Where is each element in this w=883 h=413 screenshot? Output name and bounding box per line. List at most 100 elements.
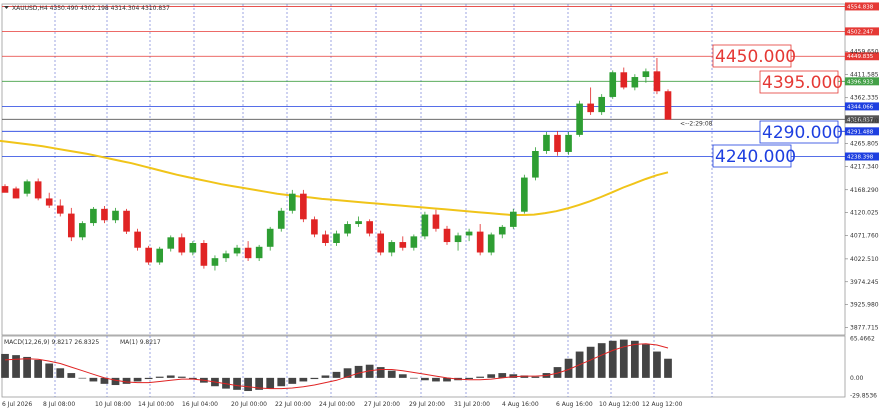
time-axis-label: 14 Jul 00:00 xyxy=(138,401,174,408)
candle-body xyxy=(211,258,219,266)
candle-body xyxy=(653,71,661,92)
macd-histogram-bar xyxy=(78,377,87,379)
candle-body xyxy=(664,91,672,120)
candle-body xyxy=(222,253,230,259)
candle-body xyxy=(532,151,539,178)
candle-body xyxy=(101,208,108,221)
price-axis-label: 4022.510 xyxy=(850,256,879,263)
macd-histogram-bar xyxy=(421,377,429,381)
time-axis-label: 29 Jul 20:00 xyxy=(409,401,445,408)
macd-histogram-bar xyxy=(23,356,31,378)
macd-histogram-bar xyxy=(12,355,20,378)
macd-histogram-bar xyxy=(111,377,120,386)
candle-body xyxy=(244,247,252,259)
macd-histogram-bar xyxy=(34,359,43,378)
price-chart[interactable]: 4554.8384502.2474449.8354450.0004396.933… xyxy=(0,0,883,413)
macd-histogram-bar xyxy=(653,351,661,378)
candle-body xyxy=(421,214,429,237)
candle-body xyxy=(311,219,318,235)
macd-histogram-bar xyxy=(630,340,639,378)
candle-body xyxy=(145,247,152,263)
macd-histogram-bar xyxy=(387,370,396,378)
chart-title: XAUUSD,H4 4350.490 4302.198 4314.304 431… xyxy=(12,5,170,12)
macd-histogram-bar xyxy=(608,340,617,378)
candle-body xyxy=(521,177,528,212)
candle-body xyxy=(123,210,130,232)
price-axis-label: 4217.340 xyxy=(850,163,879,170)
countdown-label: <--2:29:08 xyxy=(680,120,713,127)
candle-body xyxy=(388,242,396,253)
time-axis-label: 31 Jul 20:00 xyxy=(454,401,490,408)
candle-body xyxy=(399,242,407,248)
macd-histogram-bar xyxy=(122,377,131,384)
macd-histogram-bar xyxy=(310,377,319,380)
price-level-tag-label: 4502.247 xyxy=(847,29,874,35)
big-level-label: 4290.000 xyxy=(762,123,843,143)
macd-histogram-bar xyxy=(619,339,628,378)
macd-axis-label: -29.8536 xyxy=(850,393,877,400)
macd-label: MACD(12,26,9) 9.8217 26.8325 xyxy=(4,339,99,346)
macd-histogram-bar xyxy=(432,377,440,382)
time-axis-label: 24 Jul 00:00 xyxy=(319,401,355,408)
time-axis-label: 16 Jul 04:00 xyxy=(182,401,218,408)
time-axis-label: 10 Jul 08:00 xyxy=(95,401,131,408)
time-axis-label: 22 Jul 00:00 xyxy=(275,401,311,408)
candle-body xyxy=(300,193,307,220)
candle-body xyxy=(443,228,451,243)
time-axis-label: 8 Jul 08:00 xyxy=(43,401,75,408)
candle-body xyxy=(255,246,263,259)
macd-histogram-bar xyxy=(177,376,186,378)
time-axis-label: 20 Jul 00:00 xyxy=(231,401,267,408)
candle-body xyxy=(565,134,572,152)
price-axis-label: 4313.070 xyxy=(850,118,879,125)
big-level-label: 4395.000 xyxy=(762,73,843,93)
candle-body xyxy=(454,235,462,243)
macd-histogram-bar xyxy=(155,376,164,378)
time-axis-label: 27 Jul 20:00 xyxy=(364,401,400,408)
price-axis-label: 3925.980 xyxy=(850,302,879,309)
candle-body xyxy=(377,233,385,253)
macd-ma-label: MA(1) 9.8217 xyxy=(120,339,161,346)
candle-body xyxy=(12,188,20,199)
candle-body xyxy=(277,210,285,229)
price-axis-label: 4411.585 xyxy=(850,71,879,78)
macd-histogram-bar xyxy=(642,344,650,378)
candle-body xyxy=(543,134,550,152)
time-axis-label: 4 Aug 16:00 xyxy=(502,401,539,408)
candle-body xyxy=(487,234,495,253)
macd-histogram-bar xyxy=(597,343,606,378)
macd-histogram-bar xyxy=(465,377,473,380)
candle-body xyxy=(34,181,42,199)
candle-body xyxy=(576,103,583,135)
candle-body xyxy=(410,236,418,248)
candle-body xyxy=(620,72,628,88)
candle-body xyxy=(322,234,329,244)
time-axis-label: 12 Aug 12:00 xyxy=(642,401,683,408)
candle-body xyxy=(333,233,340,244)
macd-histogram-bar xyxy=(67,373,76,378)
candle-body xyxy=(233,247,241,254)
candle-body xyxy=(45,198,53,206)
macd-histogram-bar xyxy=(45,363,54,378)
macd-histogram-bar xyxy=(476,376,485,378)
candle-body xyxy=(498,226,506,235)
price-axis-label: 4362.335 xyxy=(850,95,879,102)
candle-body xyxy=(167,237,175,249)
price-level-tag-label: 4554.838 xyxy=(847,4,874,10)
candle-body xyxy=(90,208,97,224)
price-level-tag-label: 4396.933 xyxy=(847,79,874,85)
price-axis-label: 3974.245 xyxy=(850,279,879,286)
candle-body xyxy=(67,213,75,238)
price-axis-label: 3877.715 xyxy=(850,325,879,332)
price-axis-label: 4168.290 xyxy=(850,187,879,194)
macd-axis-label: 0.00 xyxy=(850,375,864,382)
price-level-tag-label: 4291.488 xyxy=(847,129,874,135)
macd-axis-label: 65.4662 xyxy=(850,336,875,343)
macd-histogram-bar xyxy=(233,377,241,390)
candle-body xyxy=(587,103,594,113)
macd-histogram-bar xyxy=(89,377,98,382)
time-axis-label: 6 Jul 2026 xyxy=(2,401,32,408)
candle-body xyxy=(134,231,141,248)
macd-histogram-bar xyxy=(376,367,385,378)
candle-body xyxy=(631,77,639,88)
